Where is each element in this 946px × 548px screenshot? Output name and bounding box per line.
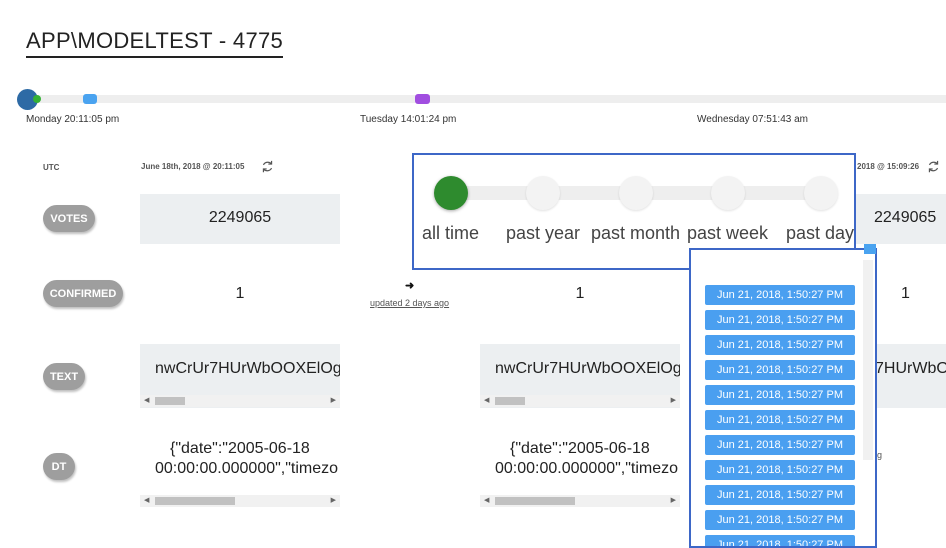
- dt-cell-1: {"date":"2005-06-18 00:00:00.000000","ti…: [140, 438, 340, 498]
- votes-value-3: 2249065: [874, 209, 937, 226]
- range-knob-all-time[interactable]: [434, 176, 468, 210]
- column-date-3: 2018 @ 15:09:26: [857, 162, 920, 171]
- timezone-label: UTC: [43, 163, 60, 172]
- votes-value-1: 2249065: [208, 209, 272, 226]
- text-scrollbar-1[interactable]: ◀ ▶: [140, 395, 340, 407]
- dropdown-handle[interactable]: [864, 244, 876, 254]
- timeline-track[interactable]: [26, 95, 946, 103]
- timeline-marker-blue[interactable]: [83, 94, 97, 104]
- scroll-left-icon[interactable]: ◀: [484, 396, 489, 406]
- updated-link[interactable]: updated 2 days ago: [370, 298, 449, 308]
- timeline-label-monday: Monday 20:11:05 pm: [26, 114, 120, 125]
- timeline-label-wednesday: Wednesday 07:51:43 am: [697, 114, 809, 125]
- range-knob-past-day[interactable]: [804, 176, 838, 210]
- timeline-label-tuesday: Tuesday 14:01:24 pm: [360, 114, 457, 125]
- row-label-confirmed: CONFIRMED: [43, 280, 123, 307]
- dt-cell-2: {"date":"2005-06-18 00:00:00.000000","ti…: [480, 438, 680, 498]
- timestamp-dropdown[interactable]: Jun 21, 2018, 1:50:27 PM Jun 21, 2018, 1:…: [689, 248, 877, 548]
- range-knob-past-year[interactable]: [526, 176, 560, 210]
- timestamp-item[interactable]: Jun 21, 2018, 1:50:27 PM: [705, 360, 855, 380]
- text-value-3: 7HUrWbOC: [875, 360, 946, 377]
- dt-line2-1: 00:00:00.000000","timezo: [155, 460, 339, 477]
- dt-line2-2: 00:00:00.000000","timezo: [495, 460, 679, 477]
- timestamp-item[interactable]: Jun 21, 2018, 1:50:27 PM: [705, 335, 855, 355]
- timestamp-item[interactable]: Jun 21, 2018, 1:50:27 PM: [705, 510, 855, 530]
- arrow-right-icon: ➜: [405, 280, 415, 292]
- range-knob-past-month[interactable]: [619, 176, 653, 210]
- text-value-2: nwCrUr7HUrWbOOXElOg: [495, 360, 680, 377]
- scroll-thumb[interactable]: [155, 497, 235, 505]
- row-label-votes: VOTES: [43, 205, 95, 232]
- dt-line1-2: {"date":"2005-06-18: [510, 440, 650, 457]
- timestamp-item[interactable]: Jun 21, 2018, 1:50:27 PM: [705, 485, 855, 505]
- timestamp-item[interactable]: Jun 21, 2018, 1:50:27 PM: [705, 410, 855, 430]
- confirmed-value-3: 1: [901, 285, 910, 302]
- column-date-1: June 18th, 2018 @ 20:11:05: [141, 162, 245, 171]
- range-option-past-week[interactable]: past week: [687, 223, 768, 244]
- timeline-marker-purple[interactable]: [415, 94, 430, 104]
- scroll-thumb[interactable]: [155, 397, 185, 405]
- scroll-left-icon[interactable]: ◀: [484, 496, 489, 506]
- timestamp-item[interactable]: Jun 21, 2018, 1:50:27 PM: [705, 385, 855, 405]
- scroll-left-icon[interactable]: ◀: [144, 396, 149, 406]
- scroll-right-icon[interactable]: ▶: [671, 496, 676, 506]
- confirmed-value-1: 1: [235, 285, 245, 302]
- timestamp-item[interactable]: Jun 21, 2018, 1:50:27 PM: [705, 460, 855, 480]
- range-knob-past-week[interactable]: [711, 176, 745, 210]
- row-label-text: TEXT: [43, 363, 85, 390]
- scroll-left-icon[interactable]: ◀: [144, 496, 149, 506]
- range-option-all-time[interactable]: all time: [422, 223, 479, 244]
- row-label-dt: DT: [43, 453, 75, 480]
- dt-scrollbar-1[interactable]: ◀ ▶: [140, 495, 340, 507]
- dropdown-scrollbar[interactable]: [863, 260, 873, 460]
- text-value-1: nwCrUr7HUrWbOOXElOg: [155, 360, 340, 377]
- range-option-past-day[interactable]: past day: [786, 223, 854, 244]
- scroll-right-icon[interactable]: ▶: [331, 496, 336, 506]
- dt-line1-1: {"date":"2005-06-18: [170, 440, 310, 457]
- timeline-marker-green[interactable]: [33, 95, 41, 103]
- refresh-icon[interactable]: [927, 160, 940, 173]
- scroll-thumb[interactable]: [495, 497, 575, 505]
- timestamp-item[interactable]: Jun 21, 2018, 1:50:27 PM: [705, 435, 855, 455]
- page-title: APP\MODELTEST - 4775: [26, 28, 284, 58]
- timestamp-item[interactable]: Jun 21, 2018, 1:50:27 PM: [705, 285, 855, 305]
- timestamp-item[interactable]: Jun 21, 2018, 1:50:27 PM: [705, 310, 855, 330]
- timestamp-item[interactable]: Jun 21, 2018, 1:50:27 PM: [705, 535, 855, 546]
- dt-scrollbar-2[interactable]: ◀ ▶: [480, 495, 680, 507]
- scroll-right-icon[interactable]: ▶: [671, 396, 676, 406]
- range-option-past-month[interactable]: past month: [591, 223, 680, 244]
- text-cell-3: 7HUrWbOC: [875, 344, 946, 408]
- range-option-past-year[interactable]: past year: [506, 223, 580, 244]
- scroll-thumb[interactable]: [495, 397, 525, 405]
- text-scrollbar-2[interactable]: ◀ ▶: [480, 395, 680, 407]
- confirmed-value-2: 1: [575, 285, 585, 302]
- refresh-icon[interactable]: [261, 160, 274, 173]
- scroll-right-icon[interactable]: ▶: [331, 396, 336, 406]
